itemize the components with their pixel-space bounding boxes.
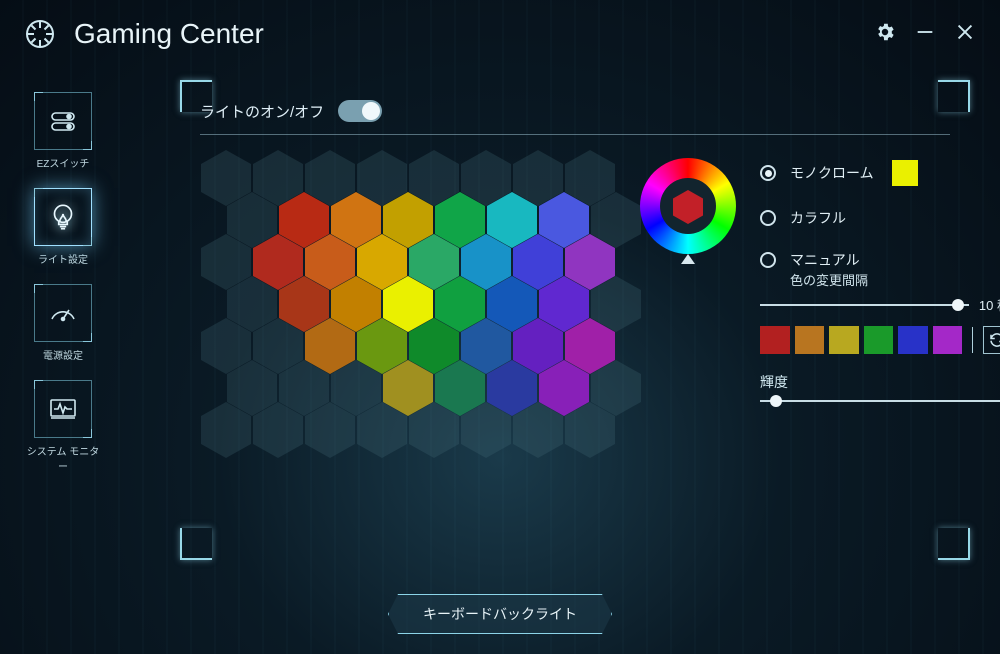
- hex-empty-cell: [409, 402, 459, 458]
- sidebar-item-label: ライト設定: [38, 251, 88, 266]
- gauge-icon: [34, 284, 92, 342]
- color-preset[interactable]: [864, 326, 894, 354]
- radio-icon: [760, 165, 776, 181]
- monitor-icon: [34, 380, 92, 438]
- minimize-icon[interactable]: [914, 21, 936, 48]
- hex-empty-cell: [513, 402, 563, 458]
- lightbulb-icon: [34, 188, 92, 246]
- sidebar-item-label: EZスイッチ: [37, 155, 90, 170]
- color-preset[interactable]: [933, 326, 963, 354]
- interval-label: 色の変更間隔: [790, 270, 1000, 289]
- sidebar-item-power-settings[interactable]: 電源設定: [22, 284, 104, 362]
- mode-options: モノクローム カラフル マニュアル 色の変更間隔 10 秒 輝度: [760, 160, 1000, 414]
- sidebar: EZスイッチ ライト設定 電源設定 システム モニター: [22, 92, 104, 473]
- color-preset[interactable]: [795, 326, 825, 354]
- radio-manual[interactable]: マニュアル: [760, 250, 1000, 270]
- hex-empty-cell: [305, 402, 355, 458]
- brightness-slider[interactable]: [760, 400, 1000, 402]
- color-preset[interactable]: [829, 326, 859, 354]
- interval-value: 10 秒: [979, 295, 1000, 314]
- light-toggle[interactable]: [338, 100, 382, 122]
- ez-switch-icon: [34, 92, 92, 150]
- color-preset[interactable]: [898, 326, 928, 354]
- sidebar-item-ez-switch[interactable]: EZスイッチ: [22, 92, 104, 170]
- monochrome-swatch: [892, 160, 918, 186]
- hex-empty-cell: [201, 402, 251, 458]
- radio-icon: [760, 252, 776, 268]
- hex-empty-cell: [357, 402, 407, 458]
- interval-slider[interactable]: [760, 304, 969, 306]
- app-title: Gaming Center: [74, 18, 264, 50]
- color-preset[interactable]: [760, 326, 790, 354]
- header: Gaming Center: [0, 18, 1000, 50]
- light-toggle-label: ライトのオン/オフ: [200, 101, 324, 122]
- sidebar-item-label: システム モニター: [22, 443, 104, 473]
- close-icon[interactable]: [954, 21, 976, 48]
- radio-colorful[interactable]: カラフル: [760, 208, 1000, 228]
- color-presets: [760, 326, 1000, 354]
- settings-icon[interactable]: [874, 21, 896, 48]
- radio-monochrome[interactable]: モノクローム: [760, 160, 1000, 186]
- hex-empty-cell: [253, 402, 303, 458]
- sidebar-item-light-settings[interactable]: ライト設定: [22, 188, 104, 266]
- hex-color-grid: [200, 150, 630, 430]
- light-settings-panel: ライトのオン/オフ モノクローム カラフル マニュアル 色の変更間隔 10: [200, 100, 950, 540]
- hex-empty-cell: [565, 402, 615, 458]
- preset-divider: [972, 327, 973, 353]
- radio-label: カラフル: [790, 208, 846, 228]
- radio-label: マニュアル: [790, 250, 860, 270]
- refresh-presets-button[interactable]: [983, 326, 1000, 354]
- sidebar-item-label: 電源設定: [43, 347, 83, 362]
- sidebar-item-system-monitor[interactable]: システム モニター: [22, 380, 104, 473]
- radio-label: モノクローム: [790, 163, 874, 183]
- keyboard-backlight-button[interactable]: キーボードバックライト: [388, 594, 612, 634]
- radio-icon: [760, 210, 776, 226]
- brightness-label: 輝度: [760, 372, 1000, 392]
- color-wheel-marker[interactable]: [681, 254, 695, 264]
- hex-empty-cell: [461, 402, 511, 458]
- app-logo-icon: [24, 18, 56, 50]
